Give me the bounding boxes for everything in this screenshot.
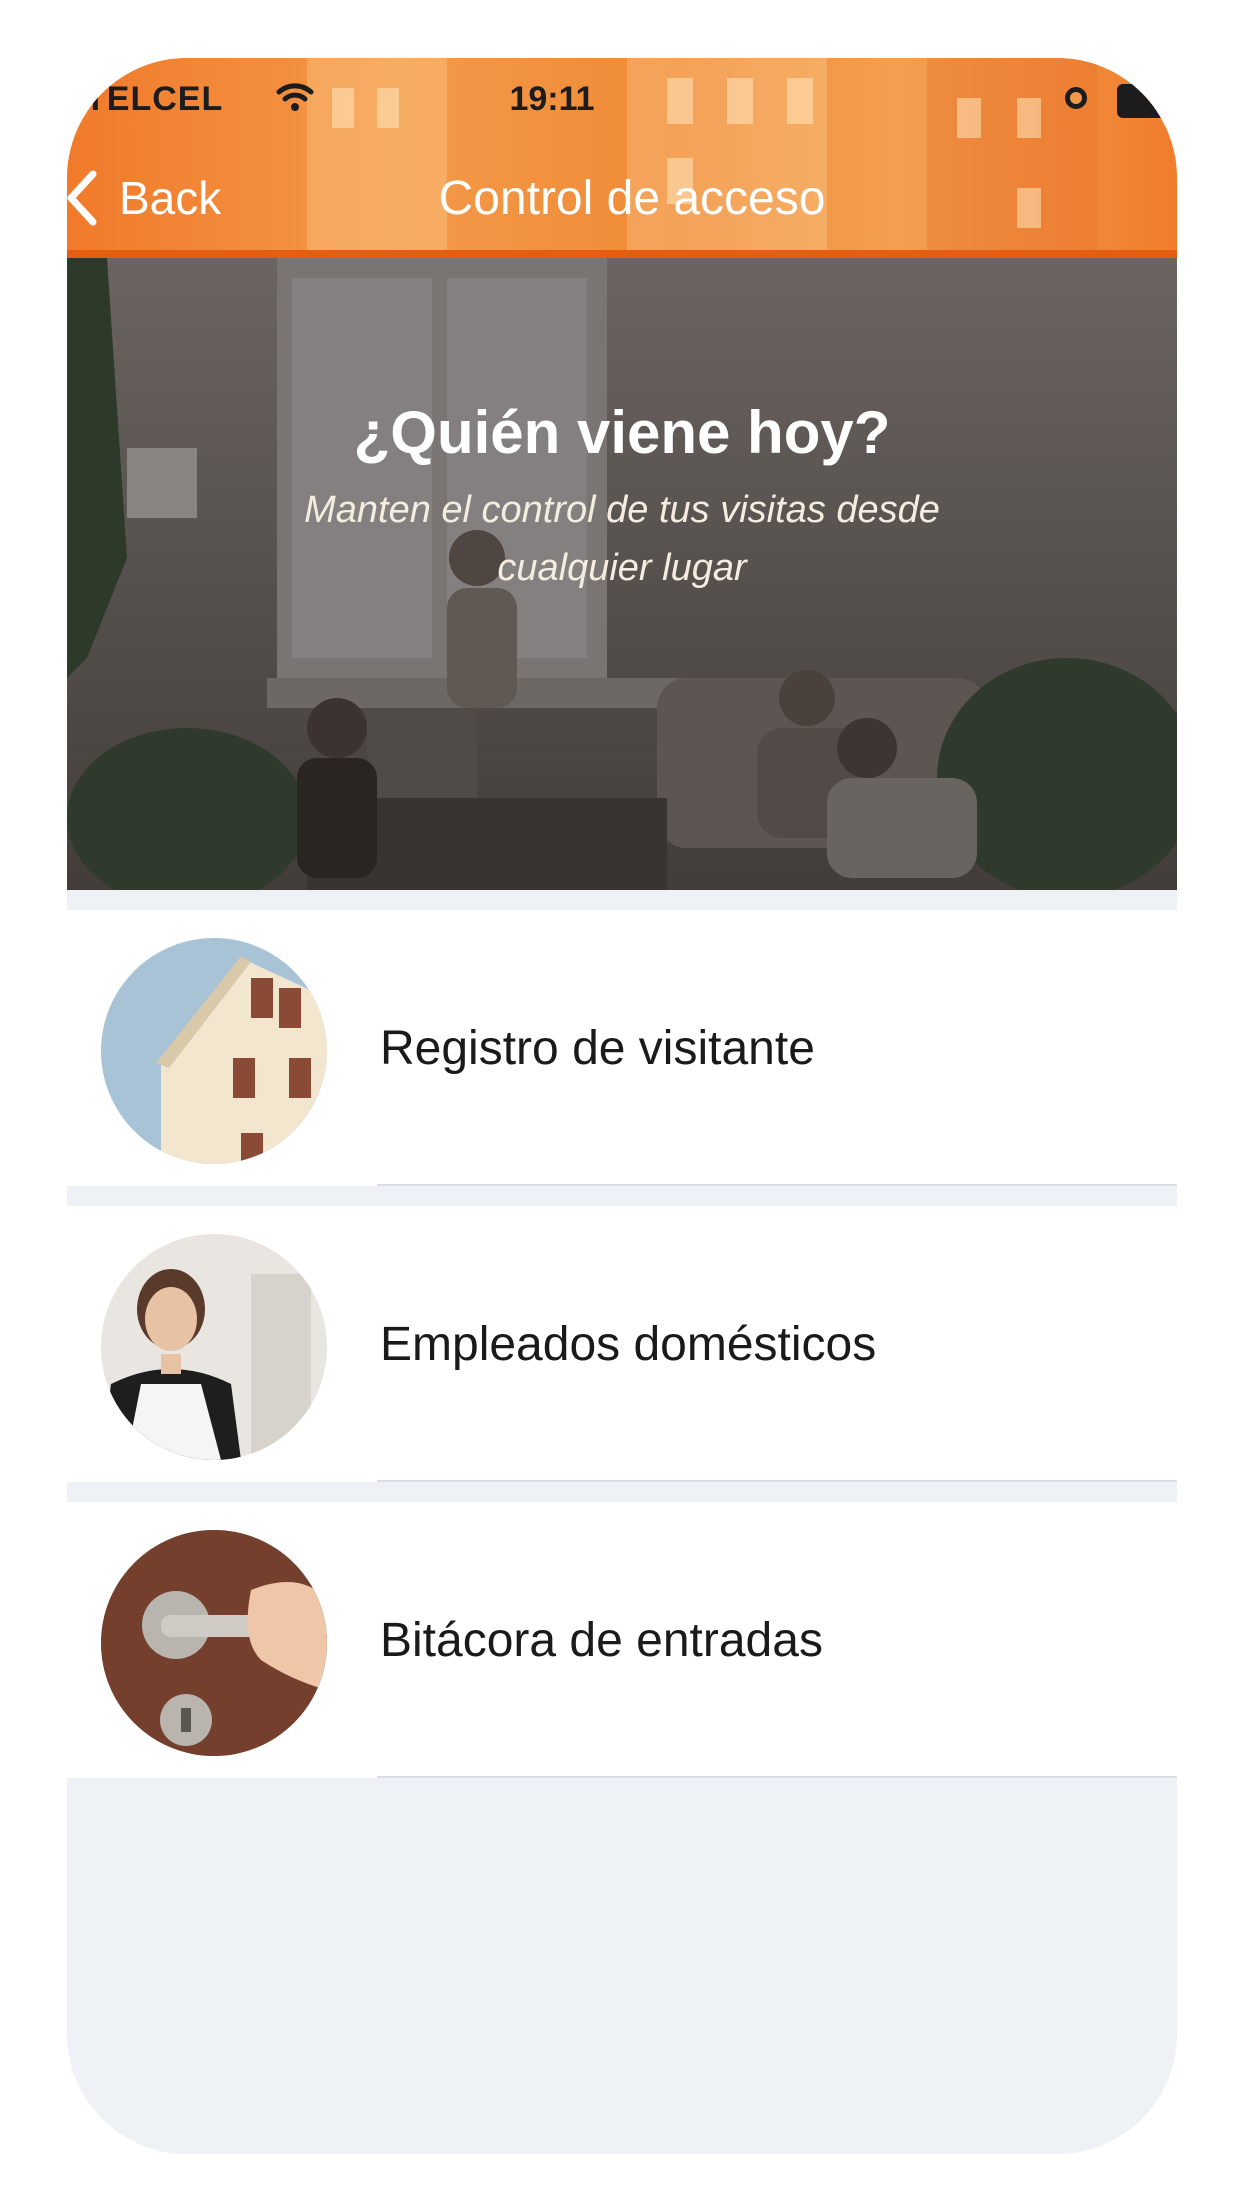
menu-item-label: Bitácora de entradas bbox=[380, 1613, 823, 1667]
menu-item-label: Registro de visitante bbox=[380, 1021, 815, 1075]
housekeeper-icon bbox=[101, 1234, 327, 1460]
menu-item-bitacora-entradas[interactable]: Bitácora de entradas bbox=[67, 1502, 1177, 1778]
alarm-icon bbox=[1065, 87, 1087, 109]
header-divider bbox=[67, 250, 1177, 258]
app-header: TELCEL 19:11 Back Control de acceso bbox=[67, 58, 1177, 258]
status-bar: TELCEL 19:11 bbox=[67, 68, 1177, 128]
status-time: 19:11 bbox=[509, 80, 595, 118]
phone-screen: TELCEL 19:11 Back Control de acceso ¿Qui… bbox=[67, 58, 1177, 2154]
hero-banner: ¿Quién viene hoy? Manten el control de t… bbox=[67, 258, 1177, 890]
menu-item-label: Empleados domésticos bbox=[380, 1317, 877, 1371]
battery-icon bbox=[1117, 84, 1177, 118]
page-title: Control de acceso bbox=[438, 172, 826, 225]
hero-title: ¿Quién viene hoy? bbox=[353, 399, 891, 466]
hero-subtitle: Manten el control de tus visitas desde c… bbox=[304, 489, 940, 589]
menu-list: Registro de visitante Empleados doméstic… bbox=[67, 910, 1177, 1798]
menu-item-registro-visitante[interactable]: Registro de visitante bbox=[67, 910, 1177, 1186]
hero-text: ¿Quién viene hoy? Manten el control de t… bbox=[67, 398, 1177, 597]
door-handle-icon bbox=[101, 1530, 327, 1756]
building-icon bbox=[101, 938, 327, 1164]
menu-item-empleados-domesticos[interactable]: Empleados domésticos bbox=[67, 1206, 1177, 1482]
navigation-bar: Back Control de acceso bbox=[67, 153, 1177, 243]
